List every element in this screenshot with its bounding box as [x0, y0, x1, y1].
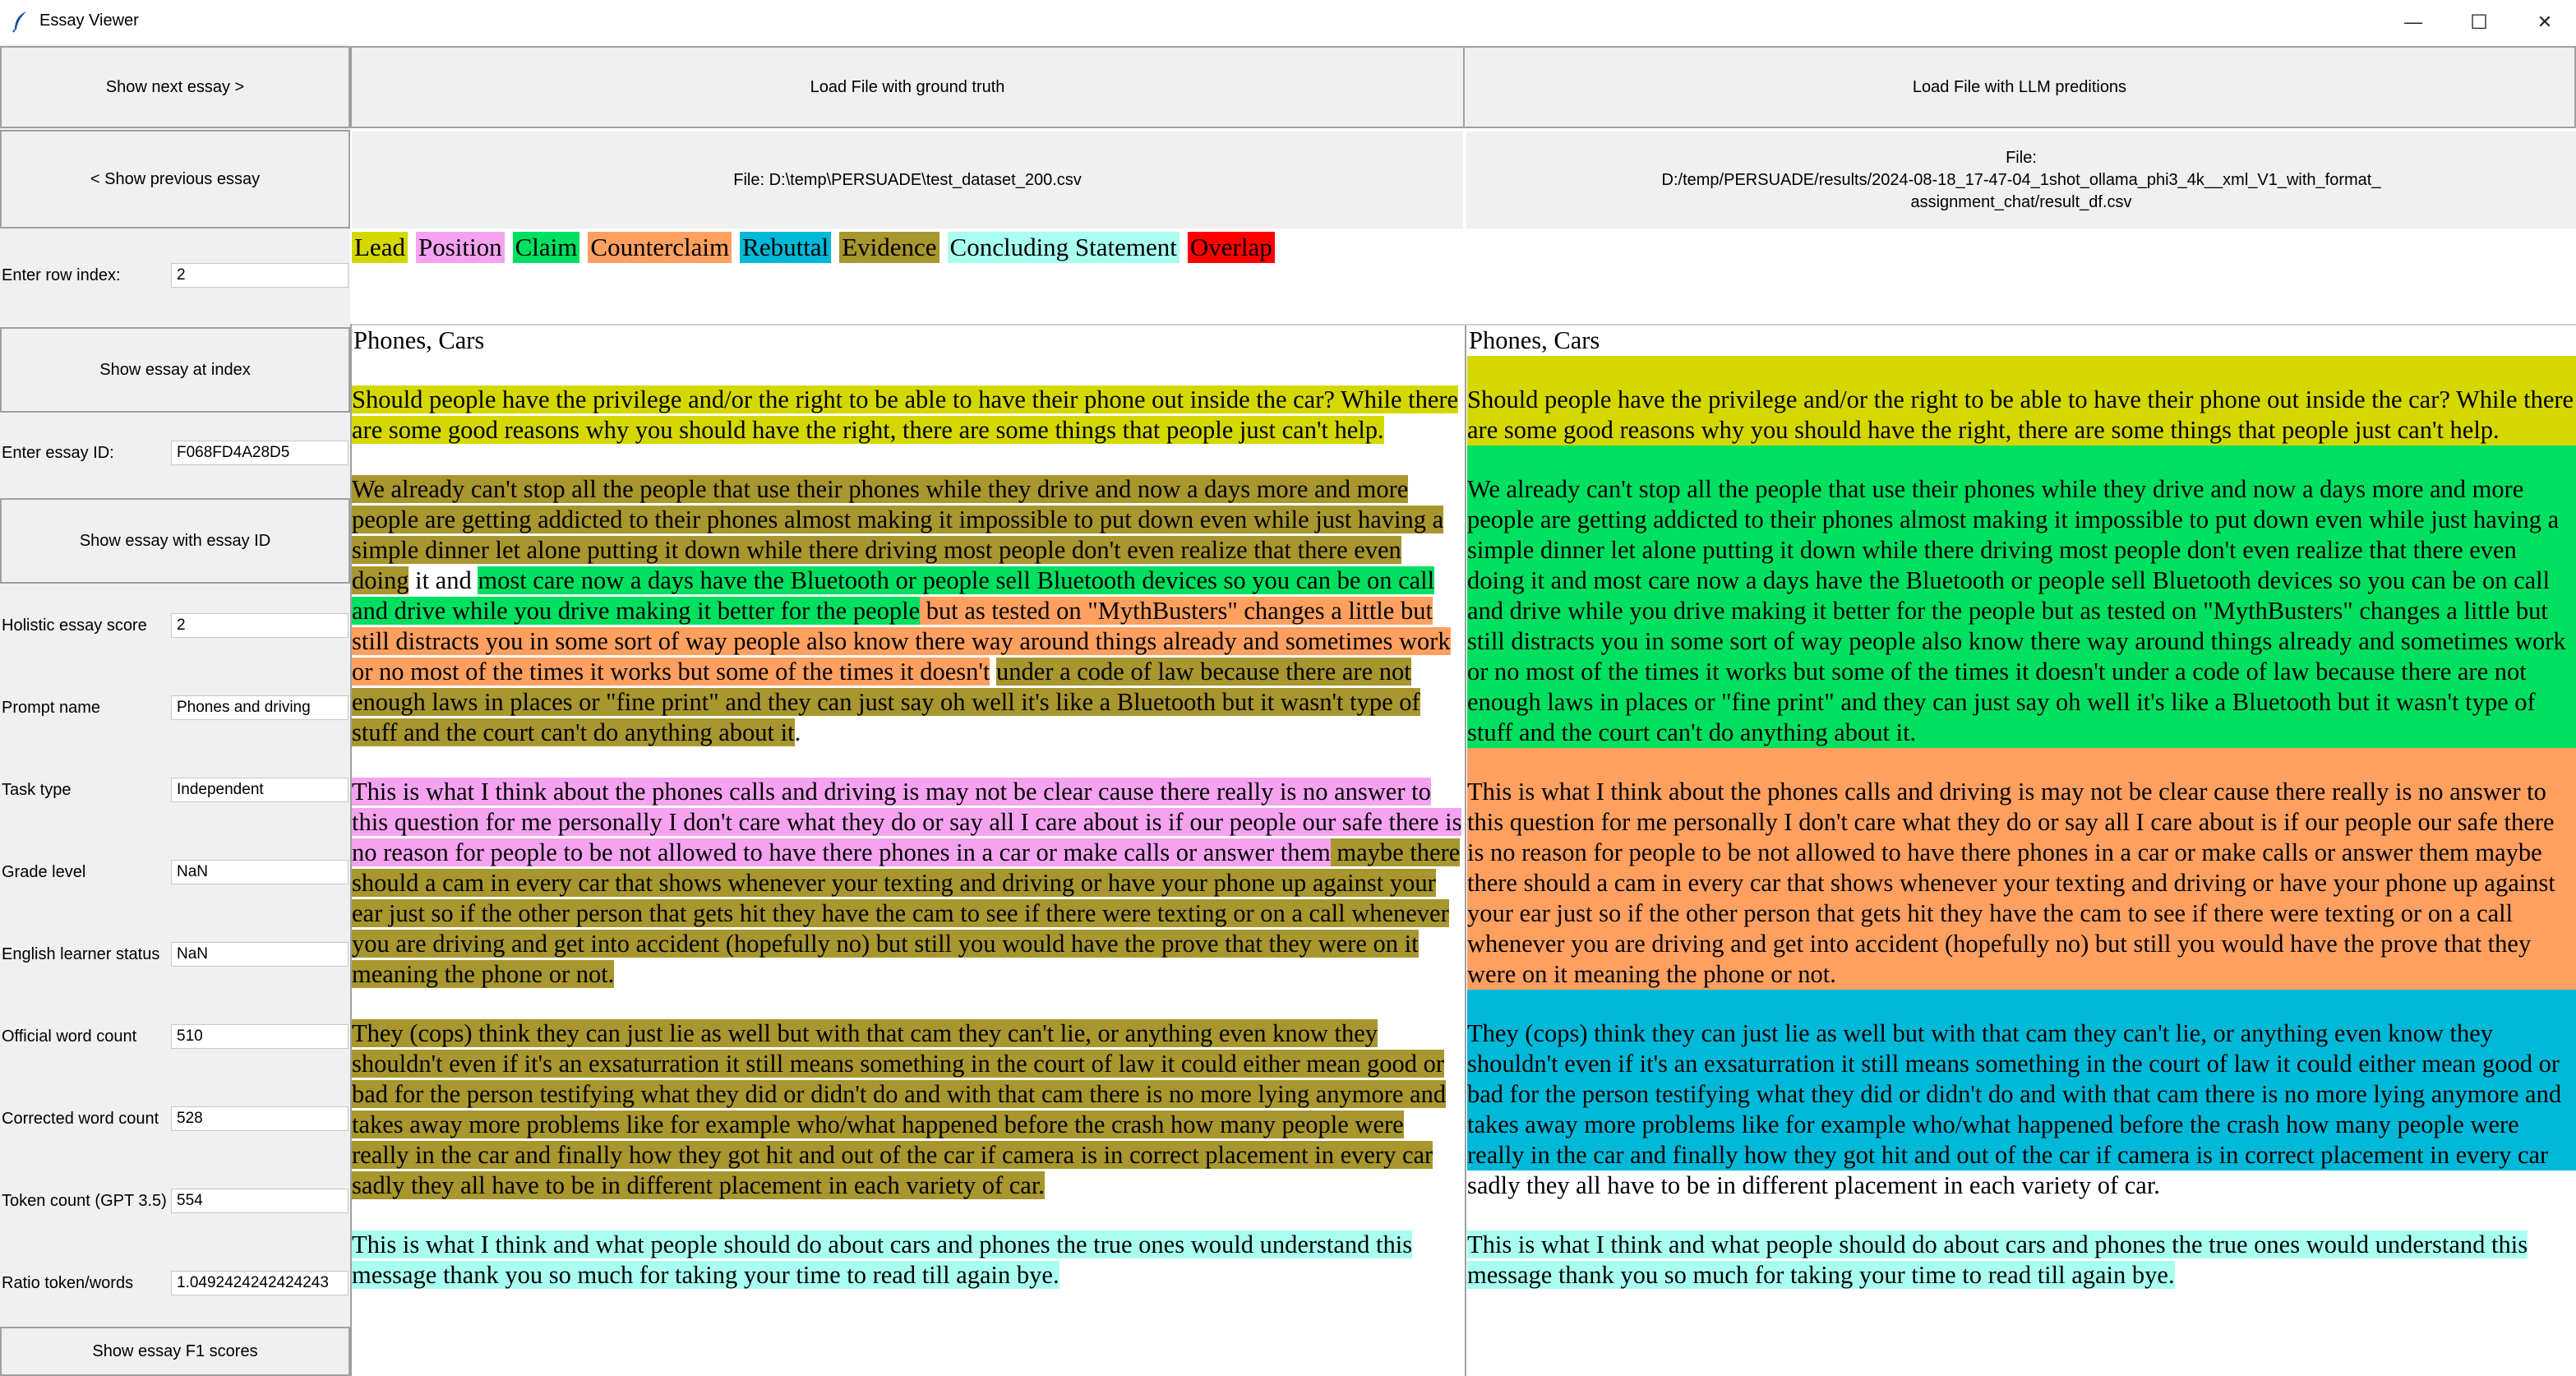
llm-file-label: File: D:/temp/PERSUADE/results/2024-08-1… [1466, 132, 2576, 229]
llm-file-prefix: File: [2006, 148, 2037, 167]
rebuttal-segment: They (cops) think they can just lie as w… [1467, 1019, 2562, 1169]
prompt-name-field[interactable]: Phones and driving [171, 695, 349, 720]
corrected-word-count-field[interactable]: 528 [171, 1106, 349, 1131]
feather-icon [12, 12, 26, 33]
essay-paragraph: We already can't stop all the people tha… [352, 474, 1463, 748]
essay-id-label: Enter essay ID: [2, 444, 114, 462]
concluding-segment: This is what I think and what people sho… [1467, 1231, 2528, 1289]
llm-file-path-line1: D:/temp/PERSUADE/results/2024-08-18_17-4… [1661, 170, 2381, 189]
english-learner-label: English learner status [2, 945, 160, 963]
legend-counterclaim: Counterclaim [588, 232, 732, 263]
essay-paragraph: We already can't stop all the people tha… [1467, 446, 2576, 748]
position-segment: This is what I think about the phones ca… [352, 778, 1462, 866]
show-previous-essay-button[interactable]: < Show previous essay [0, 130, 350, 229]
show-next-essay-button[interactable]: Show next essay > [0, 46, 350, 128]
divider [1465, 324, 1466, 1376]
load-llm-predictions-button[interactable]: Load File with LLM preditions [1463, 46, 2576, 128]
close-button[interactable]: ✕ [2512, 0, 2576, 44]
ground-truth-file-path: File: D:\temp\PERSUADE\test_dataset_200.… [733, 170, 1082, 189]
token-count-label: Token count (GPT 3.5) [2, 1192, 167, 1210]
concluding-segment: This is what I think and what people sho… [352, 1231, 1413, 1289]
window-title: Essay Viewer [39, 12, 139, 30]
ratio-field[interactable]: 1.0492424242424243 [171, 1271, 349, 1295]
counterclaim-segment: This is what I think about the phones ca… [1467, 778, 2555, 988]
legend-lead: Lead [352, 232, 408, 263]
essay-paragraph: Should people have the privilege and/or … [1467, 356, 2576, 446]
ratio-label: Ratio token/words [2, 1274, 134, 1292]
essay-paragraph: This is what I think and what people sho… [1467, 1201, 2576, 1291]
show-essay-at-index-button[interactable]: Show essay at index [0, 327, 350, 413]
unlabeled-segment [990, 658, 997, 686]
unlabeled-segment: sadly they all have to be in different p… [1467, 1171, 2160, 1199]
essay-title: Phones, Cars [1469, 326, 1600, 354]
claim-segment: We already can't stop all the people tha… [1467, 475, 2566, 746]
lead-segment: Should people have the privilege and/or … [352, 386, 1459, 444]
legend-overlap: Overlap [1187, 232, 1275, 263]
grade-level-field[interactable]: NaN [171, 860, 349, 884]
legend-claim: Claim [512, 232, 580, 263]
prompt-name-label: Prompt name [2, 699, 101, 717]
holistic-score-label: Holistic essay score [2, 616, 147, 635]
legend-evidence: Evidence [839, 232, 939, 263]
show-f1-scores-button[interactable]: Show essay F1 scores [0, 1327, 350, 1376]
english-learner-field[interactable]: NaN [171, 942, 349, 967]
legend-position: Position [415, 232, 505, 263]
essay-paragraph: This is what I think about the phones ca… [352, 777, 1463, 990]
show-essay-with-id-button[interactable]: Show essay with essay ID [0, 498, 350, 584]
minimize-button[interactable]: — [2380, 0, 2446, 44]
essay-id-input[interactable]: F068FD4A28D5 [171, 441, 349, 465]
row-index-input[interactable]: 2 [171, 263, 349, 288]
ground-truth-essay-pane[interactable]: Phones, Cars Should people have the priv… [352, 326, 1463, 1376]
control-panel: Show next essay > < Show previous essay … [0, 44, 350, 1376]
corrected-word-count-label: Corrected word count [2, 1110, 159, 1128]
evidence-segment: They (cops) think they can just lie as w… [352, 1019, 1447, 1199]
task-type-label: Task type [2, 781, 72, 799]
unlabeled-segment: . [794, 718, 801, 746]
title-bar: Essay Viewer — ☐ ✕ [0, 0, 2576, 44]
unlabeled-segment: it and [409, 566, 478, 594]
official-word-count-label: Official word count [2, 1027, 137, 1046]
row-index-label: Enter row index: [2, 266, 121, 284]
ground-truth-file-label: File: D:\temp\PERSUADE\test_dataset_200.… [352, 132, 1463, 229]
official-word-count-field[interactable]: 510 [171, 1024, 349, 1049]
essay-paragraph: They (cops) think they can just lie as w… [352, 1018, 1463, 1201]
holistic-score-field[interactable]: 2 [171, 613, 349, 638]
task-type-field[interactable]: Independent [171, 778, 349, 802]
legend-rebuttal: Rebuttal [740, 232, 832, 263]
lead-segment: Should people have the privilege and/or … [1467, 386, 2574, 444]
category-legend: Lead Position Claim Counterclaim Rebuttal Evi… [352, 232, 1283, 265]
grade-level-label: Grade level [2, 863, 86, 881]
essay-title: Phones, Cars [353, 326, 485, 354]
llm-prediction-essay-pane[interactable]: Phones, Cars Should people have the priv… [1467, 326, 2576, 1376]
essay-paragraph: Should people have the privilege and/or … [352, 385, 1463, 446]
llm-file-path-line2: assignment_chat/result_df.csv [1910, 192, 2132, 211]
token-count-field[interactable]: 554 [171, 1189, 349, 1213]
essay-paragraph: This is what I think about the phones ca… [1467, 748, 2576, 990]
essay-paragraph: This is what I think and what people sho… [352, 1230, 1463, 1291]
legend-concluding-statement: Concluding Statement [947, 232, 1180, 263]
maximize-button[interactable]: ☐ [2446, 0, 2512, 44]
load-ground-truth-button[interactable]: Load File with ground truth [350, 46, 1465, 128]
essay-paragraph: They (cops) think they can just lie as w… [1467, 990, 2576, 1201]
